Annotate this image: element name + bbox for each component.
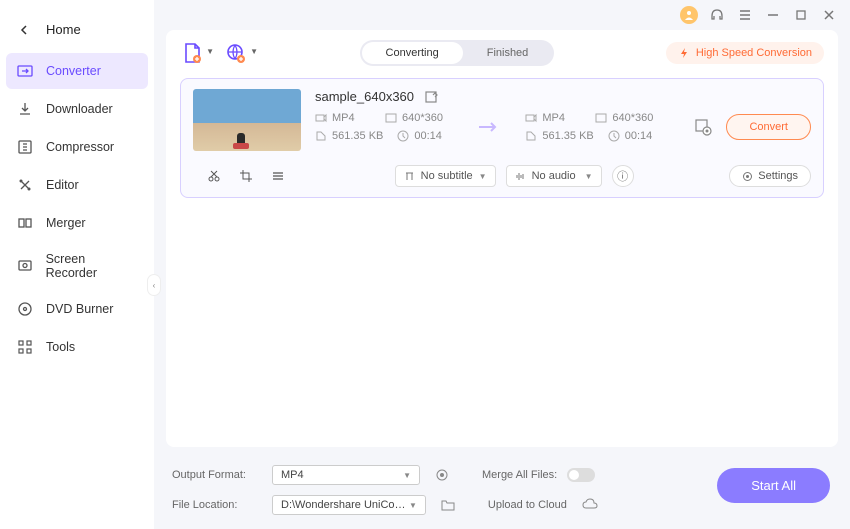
sidebar-item-label: Compressor xyxy=(46,140,114,154)
size-icon xyxy=(315,130,327,142)
high-speed-badge[interactable]: High Speed Conversion xyxy=(666,42,824,64)
open-folder-icon[interactable] xyxy=(440,497,456,513)
file-name: sample_640x360 xyxy=(315,89,414,104)
dvd-burner-icon xyxy=(16,300,34,318)
subtitle-icon xyxy=(404,171,415,182)
tabs: Converting Finished xyxy=(360,40,555,66)
convert-button[interactable]: Convert xyxy=(726,114,811,140)
output-gear-icon[interactable] xyxy=(434,467,450,483)
trim-icon[interactable] xyxy=(207,169,221,183)
upload-label: Upload to Cloud xyxy=(488,499,567,511)
tools-icon xyxy=(16,338,34,356)
sidebar-item-label: DVD Burner xyxy=(46,302,113,316)
add-url-button[interactable]: ▼ xyxy=(224,41,248,65)
gear-icon xyxy=(742,171,753,182)
settings-button[interactable]: Settings xyxy=(729,165,811,187)
content-card: ▼ ▼ Converting Finished High Speed Conve… xyxy=(166,30,838,447)
compressor-icon xyxy=(16,138,34,156)
output-format-label: Output Format: xyxy=(172,469,262,481)
start-all-button[interactable]: Start All xyxy=(717,468,830,503)
video-icon xyxy=(525,112,537,124)
converter-icon xyxy=(16,62,34,80)
tab-finished[interactable]: Finished xyxy=(463,42,553,64)
home-label: Home xyxy=(46,22,81,37)
lightning-icon xyxy=(678,47,690,59)
avatar[interactable] xyxy=(680,6,698,24)
sidebar-item-label: Editor xyxy=(46,178,79,192)
sidebar-item-compressor[interactable]: Compressor xyxy=(6,129,148,165)
clock-icon xyxy=(608,130,620,142)
crop-icon[interactable] xyxy=(239,169,253,183)
chevron-left-icon xyxy=(20,25,30,35)
sidebar-item-label: Downloader xyxy=(46,102,113,116)
clock-icon xyxy=(397,130,409,142)
info-button[interactable]: ⓘ xyxy=(612,165,634,187)
minimize-icon[interactable] xyxy=(764,6,782,24)
size-icon xyxy=(525,130,537,142)
add-file-button[interactable]: ▼ xyxy=(180,41,204,65)
home-back-button[interactable]: Home xyxy=(0,10,154,51)
chevron-down-icon: ▼ xyxy=(403,471,411,480)
sidebar-item-merger[interactable]: Merger xyxy=(6,205,148,241)
sidebar-item-dvd-burner[interactable]: DVD Burner xyxy=(6,291,148,327)
menu-icon[interactable] xyxy=(736,6,754,24)
file-card: sample_640x360 MP4 640*360 561.35 KB 00:… xyxy=(180,78,824,198)
headset-icon[interactable] xyxy=(708,6,726,24)
sidebar-item-screen-recorder[interactable]: Screen Recorder xyxy=(6,243,148,289)
subtitle-dropdown[interactable]: No subtitle ▼ xyxy=(395,165,496,187)
resolution-icon xyxy=(595,112,607,124)
more-icon[interactable] xyxy=(271,169,285,183)
resolution-icon xyxy=(385,112,397,124)
audio-dropdown[interactable]: No audio ▼ xyxy=(506,165,602,187)
screen-recorder-icon xyxy=(16,257,34,275)
titlebar xyxy=(154,0,850,30)
chevron-down-icon: ▼ xyxy=(206,47,214,56)
sidebar-item-editor[interactable]: Editor xyxy=(6,167,148,203)
chevron-down-icon: ▼ xyxy=(250,47,258,56)
downloader-icon xyxy=(16,100,34,118)
file-location-label: File Location: xyxy=(172,499,262,511)
output-format-dropdown[interactable]: MP4▼ xyxy=(272,465,420,485)
speed-badge-label: High Speed Conversion xyxy=(696,47,812,59)
video-thumbnail[interactable] xyxy=(193,89,301,151)
close-icon[interactable] xyxy=(820,6,838,24)
merge-toggle[interactable] xyxy=(567,468,595,482)
arrow-right-icon xyxy=(477,119,501,135)
chevron-down-icon: ▼ xyxy=(409,501,417,510)
sidebar-item-label: Tools xyxy=(46,340,75,354)
video-icon xyxy=(315,112,327,124)
merger-icon xyxy=(16,214,34,232)
main-area: ▼ ▼ Converting Finished High Speed Conve… xyxy=(154,0,850,529)
audio-icon xyxy=(515,171,526,182)
file-location-dropdown[interactable]: D:\Wondershare UniConverter 1▼ xyxy=(272,495,426,515)
chevron-down-icon: ▼ xyxy=(585,172,593,181)
editor-icon xyxy=(16,176,34,194)
sidebar-item-label: Merger xyxy=(46,216,86,230)
sidebar-item-downloader[interactable]: Downloader xyxy=(6,91,148,127)
cloud-icon[interactable] xyxy=(581,497,597,513)
sidebar-collapse-handle[interactable]: ‹ xyxy=(147,274,161,296)
maximize-icon[interactable] xyxy=(792,6,810,24)
sidebar: Home Converter Downloader Compressor Edi… xyxy=(0,0,154,529)
output-settings-icon[interactable] xyxy=(694,118,712,136)
chevron-down-icon: ▼ xyxy=(479,172,487,181)
edit-icon[interactable] xyxy=(424,90,438,104)
sidebar-item-label: Screen Recorder xyxy=(46,252,138,280)
sidebar-item-label: Converter xyxy=(46,64,101,78)
sidebar-item-converter[interactable]: Converter xyxy=(6,53,148,89)
merge-label: Merge All Files: xyxy=(482,469,557,481)
sidebar-item-tools[interactable]: Tools xyxy=(6,329,148,365)
tab-converting[interactable]: Converting xyxy=(362,42,463,64)
